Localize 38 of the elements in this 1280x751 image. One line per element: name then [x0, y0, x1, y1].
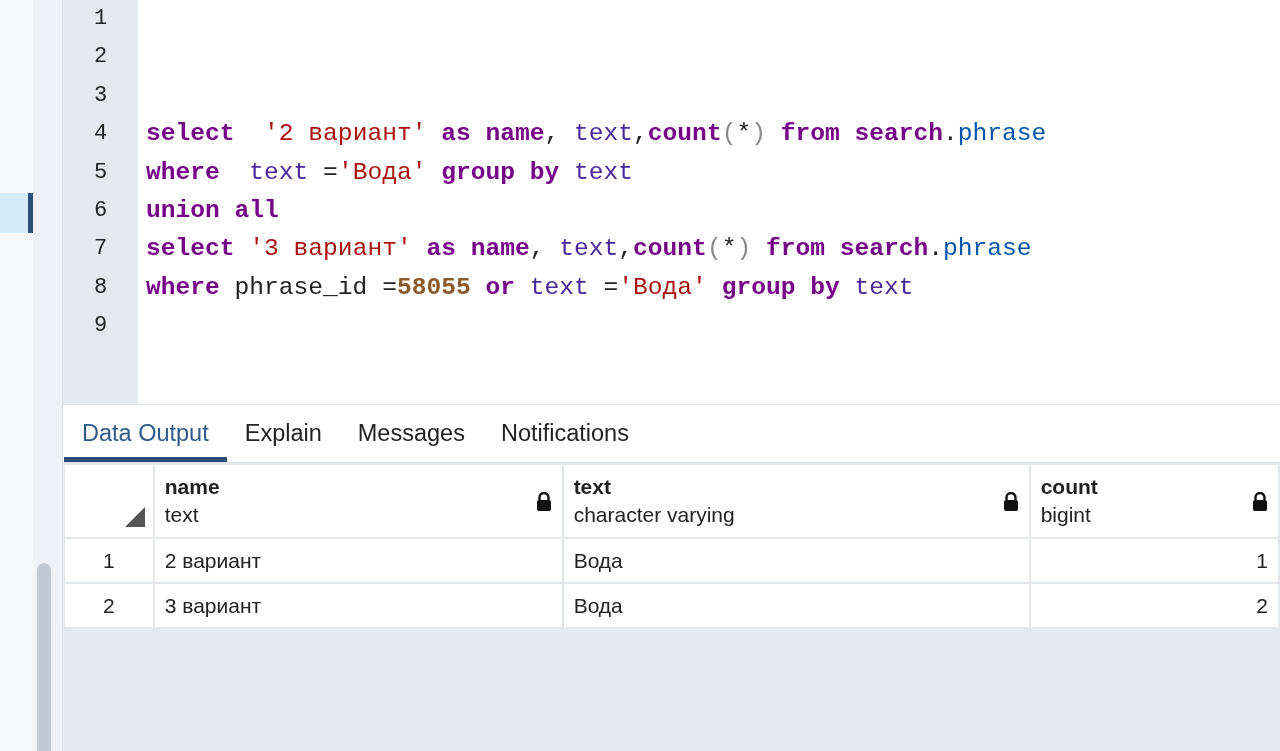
column-type: character varying: [573, 503, 735, 527]
table-cell: Вода: [562, 538, 1030, 583]
code-line: where text ='Вода' group by text: [145, 157, 635, 188]
output-tab[interactable]: Messages: [339, 405, 483, 462]
selected-item-highlight: [0, 193, 33, 233]
row-number: 2: [64, 583, 154, 628]
table-cell: Вода: [562, 583, 1030, 628]
code-line: union all: [145, 195, 280, 226]
code-line: select '3 вариант' as name, text,count(*) from search.phrase: [145, 234, 1033, 265]
output-tab[interactable]: Explain: [226, 405, 340, 462]
line-number: 4: [92, 120, 109, 149]
code-line: select '2 вариант' as name, text,count(*) from search.phrase: [145, 119, 1048, 150]
line-number: 1: [92, 5, 109, 33]
table-cell: 3 вариант: [153, 583, 563, 628]
sql-editor[interactable]: [63, 0, 1280, 405]
lock-icon: [535, 491, 552, 511]
column-name: name: [164, 475, 220, 499]
output-tab[interactable]: Notifications: [482, 405, 647, 462]
select-all-icon[interactable]: [124, 507, 145, 527]
line-number: 3: [92, 81, 109, 110]
column-type: text: [164, 503, 200, 527]
line-number: 2: [92, 43, 109, 72]
column-name: text: [573, 475, 612, 499]
line-number: 7: [92, 235, 109, 264]
table-cell: 2: [1029, 583, 1279, 628]
table-cell: 2 вариант: [153, 538, 563, 583]
column-type: bigint: [1040, 503, 1092, 527]
lock-icon: [1002, 491, 1019, 511]
table-cell: 1: [1029, 538, 1279, 583]
scrollbar-thumb[interactable]: [36, 563, 51, 751]
code-line: where phrase_id =58055 or text ='Вода' group by text: [145, 272, 915, 303]
line-number: 6: [92, 196, 109, 225]
line-number: 5: [92, 158, 109, 187]
line-number: 8: [92, 273, 109, 302]
lock-icon: [1252, 491, 1268, 511]
row-number: 1: [64, 538, 154, 583]
line-number: 9: [92, 312, 109, 341]
column-name: count: [1040, 475, 1098, 499]
